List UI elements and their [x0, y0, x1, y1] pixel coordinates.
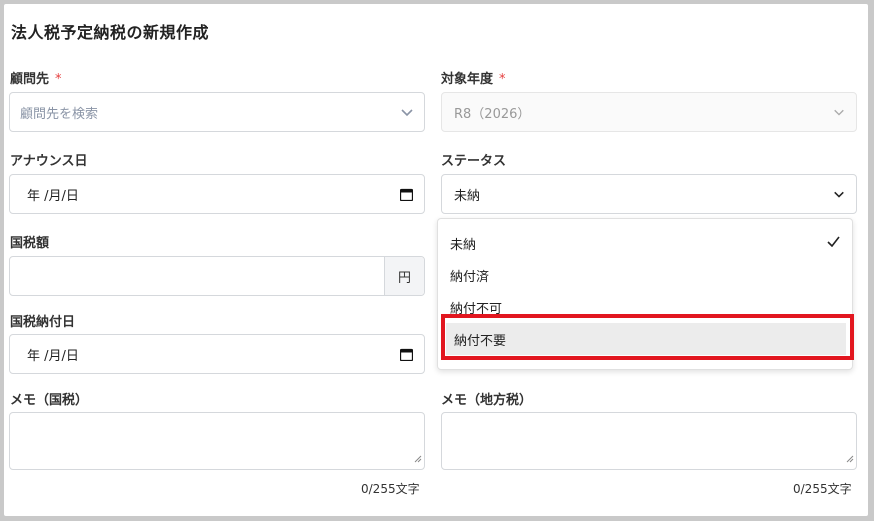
calendar-icon[interactable]	[388, 188, 424, 201]
required-mark: *	[55, 72, 62, 87]
status-value: 未納	[454, 188, 481, 204]
memo-national-textarea[interactable]	[9, 412, 425, 470]
memo-national-label: メモ（国税）	[10, 393, 89, 408]
yen-unit-addon: 円	[384, 257, 424, 295]
calendar-icon[interactable]	[388, 348, 424, 361]
national-tax-label: 国税額	[10, 236, 50, 251]
required-mark: *	[499, 72, 506, 87]
page-title: 法人税予定納税の新規作成	[11, 23, 210, 42]
status-option-unpaid[interactable]: 未納	[438, 227, 852, 259]
check-icon	[827, 236, 840, 251]
client-label: 顧問先 *	[10, 68, 62, 87]
fiscal-year-value: R8（2026）	[454, 106, 531, 122]
resize-grip-icon[interactable]	[846, 448, 854, 467]
announce-date-input[interactable]: 年 /月/日	[9, 174, 425, 214]
national-tax-date-input[interactable]: 年 /月/日	[9, 334, 425, 374]
memo-local-textarea[interactable]	[441, 412, 857, 470]
memo-local-counter: 0/255文字	[793, 482, 852, 496]
memo-local-label: メモ（地方税）	[441, 393, 533, 408]
memo-national-counter: 0/255文字	[361, 482, 420, 496]
announce-date-label: アナウンス日	[10, 154, 88, 169]
national-tax-input[interactable]: 円	[9, 256, 425, 296]
national-tax-date-value: 年 /月/日	[27, 348, 79, 364]
status-option-label: 未納	[450, 237, 477, 253]
status-option-label: 納付済	[450, 269, 490, 285]
status-label: ステータス	[441, 154, 507, 169]
fiscal-year-select: R8（2026）	[441, 92, 857, 132]
status-select[interactable]: 未納	[441, 174, 857, 214]
client-search-select[interactable]: 顧問先を検索	[9, 92, 425, 132]
fiscal-year-label-text: 対象年度	[441, 72, 494, 87]
chevron-down-icon	[390, 105, 424, 119]
announce-date-value: 年 /月/日	[27, 188, 79, 204]
national-tax-date-label: 国税納付日	[10, 315, 76, 330]
client-search-placeholder: 顧問先を検索	[20, 106, 99, 122]
client-label-text: 顧問先	[10, 72, 50, 87]
highlight-annotation-box	[441, 314, 854, 360]
fiscal-year-label: 対象年度 *	[441, 68, 506, 87]
status-option-paid[interactable]: 納付済	[438, 259, 852, 291]
resize-grip-icon[interactable]	[414, 448, 422, 467]
chevron-down-icon	[822, 188, 856, 200]
chevron-down-icon	[822, 106, 856, 118]
